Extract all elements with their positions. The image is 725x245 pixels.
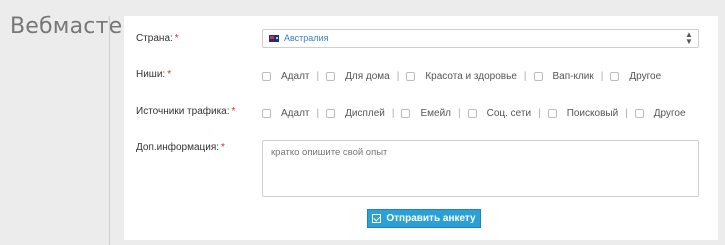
checkbox[interactable] bbox=[634, 108, 644, 118]
traffic-option-social[interactable]: Соц. сети bbox=[467, 108, 531, 119]
separator: | bbox=[391, 107, 395, 119]
traffic-options: Адалт | Дисплей | Емейл | Соц. сети | По… bbox=[262, 106, 686, 120]
niche-option-beauty-health[interactable]: Красота и здоровье bbox=[406, 71, 517, 82]
required-marker: * bbox=[174, 33, 179, 44]
separator: | bbox=[625, 107, 628, 119]
traffic-option-other[interactable]: Другое bbox=[634, 108, 686, 119]
separator: | bbox=[600, 70, 604, 82]
niche-option-other[interactable]: Другое bbox=[610, 71, 661, 82]
required-marker: * bbox=[221, 142, 225, 153]
checkbox[interactable] bbox=[326, 71, 336, 81]
checkbox[interactable] bbox=[326, 108, 336, 118]
info-placeholder: кратко опишите свой опыт bbox=[271, 147, 388, 158]
checkbox[interactable] bbox=[610, 71, 620, 81]
checkbox[interactable] bbox=[467, 108, 477, 118]
separator: | bbox=[523, 70, 527, 82]
country-selected-value: Австралия bbox=[284, 33, 329, 43]
info-textarea[interactable]: кратко опишите свой опыт bbox=[262, 140, 699, 197]
check-square-icon bbox=[372, 214, 382, 223]
niche-option-wap-click[interactable]: Вап-клик bbox=[533, 71, 594, 82]
niche-option-home[interactable]: Для дома bbox=[326, 71, 390, 82]
separator: | bbox=[538, 107, 541, 119]
niches-label: Ниши: * bbox=[136, 69, 172, 80]
niche-option-adult[interactable]: Адалт bbox=[262, 71, 309, 82]
checkbox[interactable] bbox=[406, 71, 416, 81]
checkbox[interactable] bbox=[262, 108, 271, 118]
separator: | bbox=[396, 70, 400, 82]
submit-application-button[interactable]: Отправить анкету bbox=[367, 209, 481, 228]
australia-flag-icon bbox=[269, 35, 279, 42]
niches-options: Адалт | Для дома | Красота и здоровье | … bbox=[262, 69, 661, 83]
checkbox[interactable] bbox=[533, 71, 543, 81]
vertical-divider bbox=[109, 16, 110, 245]
separator: | bbox=[316, 70, 320, 82]
select-arrows-icon: ▲ ▼ bbox=[685, 30, 693, 46]
traffic-option-adult[interactable]: Адалт bbox=[262, 108, 309, 119]
traffic-option-display[interactable]: Дисплей bbox=[326, 108, 385, 119]
country-select[interactable]: Австралия ▲ ▼ bbox=[262, 29, 699, 48]
checkbox[interactable] bbox=[401, 108, 411, 118]
application-form: Страна: * Австралия ▲ ▼ Ниши: * Адалт | Для… bbox=[124, 16, 718, 240]
section-title: Вебмастер bbox=[10, 14, 137, 39]
country-label: Страна: * bbox=[136, 33, 179, 44]
submit-label: Отправить анкету bbox=[386, 213, 476, 224]
separator: | bbox=[458, 107, 461, 119]
separator: | bbox=[316, 107, 320, 119]
traffic-label: Источники трафика: * bbox=[136, 106, 236, 117]
traffic-option-email[interactable]: Емейл bbox=[401, 108, 451, 119]
traffic-option-search[interactable]: Поисковый bbox=[547, 108, 618, 119]
info-label: Доп.информация: * bbox=[136, 142, 225, 153]
required-marker: * bbox=[167, 69, 172, 80]
checkbox[interactable] bbox=[547, 108, 557, 118]
required-marker: * bbox=[231, 106, 236, 117]
checkbox[interactable] bbox=[262, 71, 271, 81]
